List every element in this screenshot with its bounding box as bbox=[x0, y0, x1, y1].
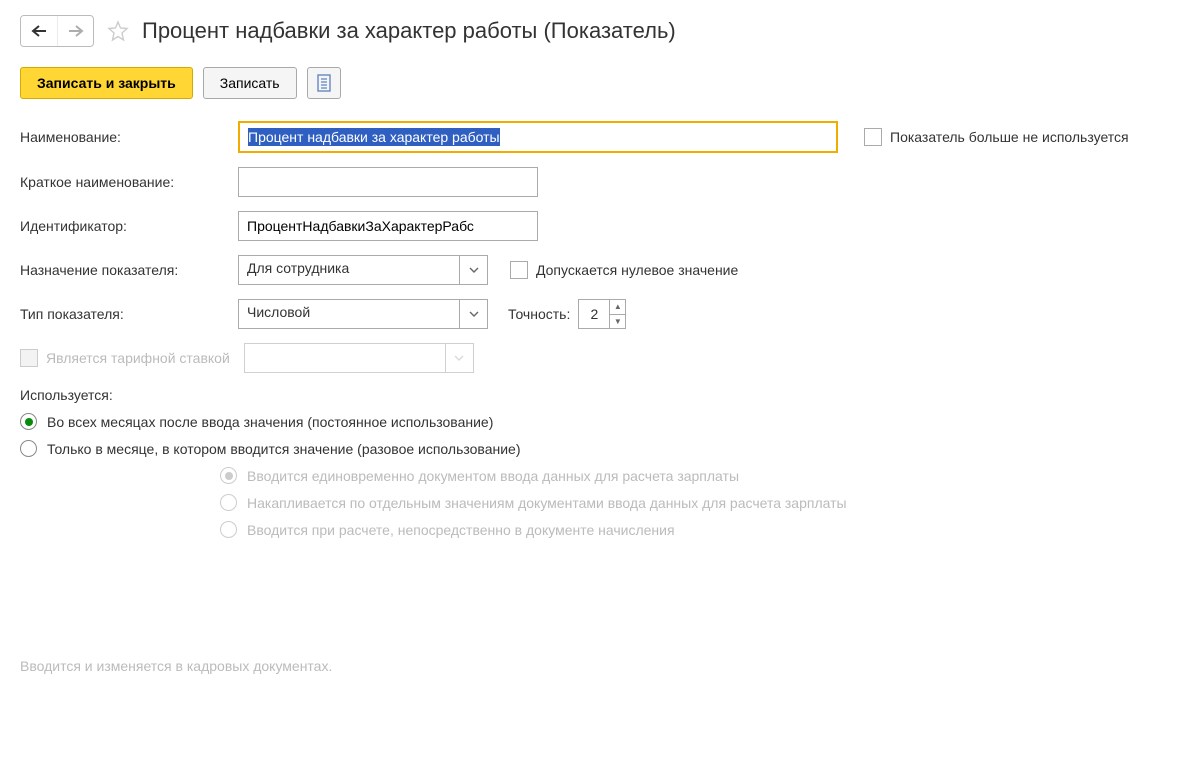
is-tariff-checkbox bbox=[20, 349, 38, 367]
footer-note: Вводится и изменяется в кадровых докумен… bbox=[20, 658, 1180, 674]
usage-sub1-radio bbox=[220, 467, 237, 484]
stepper-up-icon[interactable]: ▲ bbox=[610, 300, 625, 315]
short-name-input[interactable] bbox=[238, 167, 538, 197]
usage-once-label: Только в месяце, в котором вводится знач… bbox=[47, 441, 521, 457]
not-used-checkbox[interactable] bbox=[864, 128, 882, 146]
stepper-down-icon[interactable]: ▼ bbox=[610, 315, 625, 329]
name-input[interactable]: Процент надбавки за характер работы bbox=[238, 121, 838, 153]
list-icon bbox=[316, 74, 332, 92]
purpose-select[interactable]: Для сотрудника bbox=[238, 255, 488, 285]
arrow-left-icon bbox=[31, 25, 47, 37]
identifier-input[interactable] bbox=[238, 211, 538, 241]
forward-button[interactable] bbox=[57, 16, 93, 46]
usage-sub2-radio bbox=[220, 494, 237, 511]
is-tariff-label: Является тарифной ставкой bbox=[46, 350, 230, 366]
chevron-down-icon bbox=[445, 344, 473, 372]
name-label: Наименование: bbox=[20, 129, 230, 145]
usage-permanent-label: Во всех месяцах после ввода значения (по… bbox=[47, 414, 493, 430]
page-title: Процент надбавки за характер работы (Пок… bbox=[142, 18, 676, 44]
type-select[interactable]: Числовой bbox=[238, 299, 488, 329]
usage-sub3-label: Вводится при расчете, непосредственно в … bbox=[247, 522, 675, 538]
usage-permanent-radio[interactable] bbox=[20, 413, 37, 430]
usage-sub1-label: Вводится единовременно документом ввода … bbox=[247, 468, 739, 484]
nav-buttons bbox=[20, 15, 94, 47]
usage-sub3-radio bbox=[220, 521, 237, 538]
allow-zero-checkbox[interactable] bbox=[510, 261, 528, 279]
register-button[interactable] bbox=[307, 67, 341, 99]
usage-once-radio[interactable] bbox=[20, 440, 37, 457]
not-used-label: Показатель больше не используется bbox=[890, 129, 1129, 145]
precision-stepper[interactable]: 2 ▲ ▼ bbox=[578, 299, 626, 329]
save-button[interactable]: Записать bbox=[203, 67, 297, 99]
usage-sub2-label: Накапливается по отдельным значениям док… bbox=[247, 495, 847, 511]
short-name-label: Краткое наименование: bbox=[20, 174, 230, 190]
type-label: Тип показателя: bbox=[20, 306, 230, 322]
allow-zero-label: Допускается нулевое значение bbox=[536, 262, 738, 278]
identifier-label: Идентификатор: bbox=[20, 218, 230, 234]
precision-label: Точность: bbox=[508, 306, 570, 322]
chevron-down-icon[interactable] bbox=[459, 300, 487, 328]
back-button[interactable] bbox=[21, 16, 57, 46]
tariff-mode-select bbox=[244, 343, 474, 373]
chevron-down-icon[interactable] bbox=[459, 256, 487, 284]
usage-label: Используется: bbox=[20, 387, 113, 403]
save-and-close-button[interactable]: Записать и закрыть bbox=[20, 67, 193, 99]
favorite-button[interactable] bbox=[104, 17, 132, 45]
arrow-right-icon bbox=[68, 25, 84, 37]
purpose-label: Назначение показателя: bbox=[20, 262, 230, 278]
star-icon bbox=[107, 20, 129, 42]
